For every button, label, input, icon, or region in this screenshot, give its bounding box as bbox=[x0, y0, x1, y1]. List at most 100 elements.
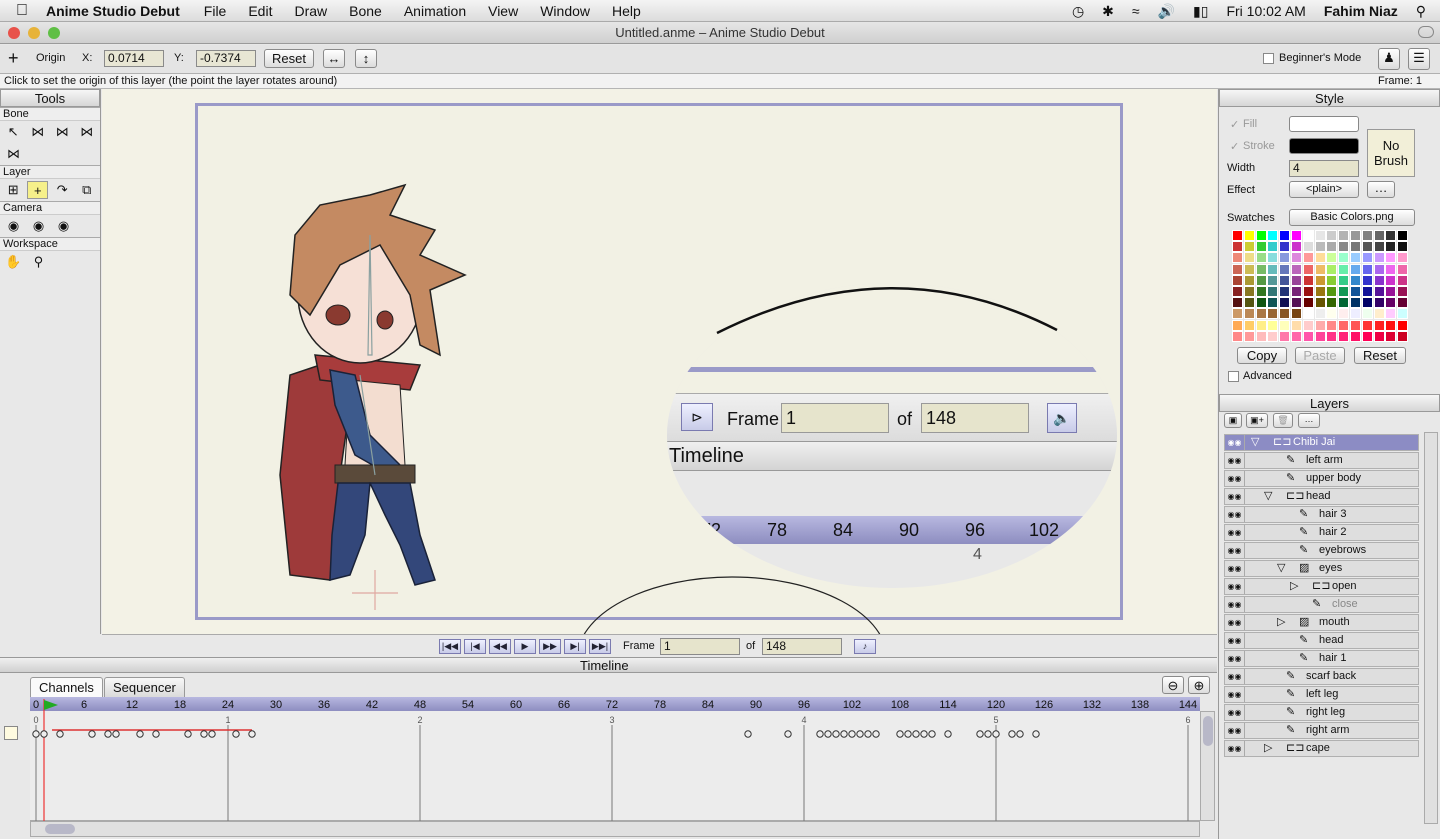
color-swatch[interactable] bbox=[1326, 263, 1338, 275]
effect-options-button[interactable]: … bbox=[1367, 181, 1395, 198]
visibility-eye-icon[interactable]: ◉◉ bbox=[1225, 525, 1245, 540]
color-swatch[interactable] bbox=[1326, 285, 1338, 297]
y-input[interactable]: -0.7374 bbox=[196, 50, 256, 67]
color-swatch[interactable] bbox=[1361, 285, 1373, 297]
color-swatch[interactable] bbox=[1302, 285, 1314, 297]
color-swatch[interactable] bbox=[1243, 274, 1255, 286]
layer-row[interactable]: ◉◉ ✎ upper body bbox=[1224, 470, 1419, 487]
copy-style-button[interactable]: Copy bbox=[1237, 347, 1287, 364]
battery-icon[interactable]: ▮▯ bbox=[1193, 3, 1208, 20]
color-swatch[interactable] bbox=[1232, 263, 1243, 275]
color-swatch[interactable] bbox=[1385, 241, 1397, 253]
layer-row[interactable]: ◉◉ ▷ ⊏⊐ cape bbox=[1224, 740, 1419, 757]
color-swatch[interactable] bbox=[1232, 230, 1243, 241]
color-swatch[interactable] bbox=[1373, 285, 1385, 297]
menu-draw[interactable]: Draw bbox=[294, 3, 327, 19]
beginners-mode-checkbox[interactable] bbox=[1263, 53, 1274, 64]
color-swatch[interactable] bbox=[1290, 330, 1302, 342]
color-swatch[interactable] bbox=[1279, 274, 1291, 286]
color-swatch[interactable] bbox=[1243, 230, 1255, 241]
color-swatch[interactable] bbox=[1267, 274, 1279, 286]
color-swatch[interactable] bbox=[1361, 319, 1373, 331]
fill-color-swatch[interactable] bbox=[1289, 116, 1359, 132]
zoom-icon[interactable]: ⚲ bbox=[28, 253, 49, 271]
layer-row[interactable]: ◉◉ ✎ close bbox=[1224, 596, 1419, 613]
close-window-icon[interactable] bbox=[8, 27, 20, 39]
color-swatch[interactable] bbox=[1338, 241, 1350, 253]
color-swatch[interactable] bbox=[1232, 297, 1243, 309]
visibility-eye-icon[interactable]: ◉◉ bbox=[1225, 579, 1245, 594]
layer-row[interactable]: ◉◉ ✎ eyebrows bbox=[1224, 542, 1419, 559]
visibility-eye-icon[interactable]: ◉◉ bbox=[1225, 435, 1245, 450]
color-swatch[interactable] bbox=[1373, 297, 1385, 309]
color-swatch[interactable] bbox=[1279, 319, 1291, 331]
color-swatch[interactable] bbox=[1290, 297, 1302, 309]
color-swatch[interactable] bbox=[1385, 285, 1397, 297]
color-swatch[interactable] bbox=[1267, 330, 1279, 342]
effect-dropdown[interactable]: <plain> bbox=[1289, 181, 1359, 198]
color-swatch[interactable] bbox=[1267, 297, 1279, 309]
wifi-icon[interactable]: ≈ bbox=[1132, 3, 1140, 19]
layer-row[interactable]: ◉◉ ✎ hair 2 bbox=[1224, 524, 1419, 541]
color-swatch[interactable] bbox=[1267, 230, 1279, 241]
color-swatch[interactable] bbox=[1349, 319, 1361, 331]
time-machine-icon[interactable]: ◷ bbox=[1072, 3, 1084, 20]
color-swatch[interactable] bbox=[1338, 330, 1350, 342]
color-swatch[interactable] bbox=[1349, 330, 1361, 342]
color-swatch[interactable] bbox=[1361, 274, 1373, 286]
menu-bone[interactable]: Bone bbox=[349, 3, 382, 19]
reset-origin-button[interactable]: Reset bbox=[264, 49, 314, 68]
color-swatch[interactable] bbox=[1232, 330, 1243, 342]
layer-row[interactable]: ◉◉ ▷ ⊏⊐ open bbox=[1224, 578, 1419, 595]
menu-app-name[interactable]: Anime Studio Debut bbox=[46, 3, 180, 19]
color-swatch[interactable] bbox=[1314, 285, 1326, 297]
reset-style-button[interactable]: Reset bbox=[1354, 347, 1406, 364]
color-swatch[interactable] bbox=[1361, 252, 1373, 264]
color-swatch[interactable] bbox=[1373, 241, 1385, 253]
x-input[interactable]: 0.0714 bbox=[104, 50, 164, 67]
clock[interactable]: Fri 10:02 AM bbox=[1226, 3, 1305, 19]
set-origin-icon[interactable]: + bbox=[27, 181, 49, 199]
user-name[interactable]: Fahim Niaz bbox=[1324, 3, 1398, 19]
color-swatch[interactable] bbox=[1397, 319, 1409, 331]
color-swatch[interactable] bbox=[1314, 252, 1326, 264]
apple-icon[interactable]:  bbox=[16, 2, 28, 20]
color-swatch[interactable] bbox=[1326, 230, 1338, 241]
reparent-bone-icon[interactable]: ⋈ bbox=[77, 123, 98, 141]
color-swatch[interactable] bbox=[1255, 274, 1267, 286]
collapse-triangle-icon[interactable]: ▽ bbox=[1264, 489, 1272, 504]
color-swatch[interactable] bbox=[1349, 263, 1361, 275]
color-swatch[interactable] bbox=[1397, 330, 1409, 342]
flip-vertical-icon[interactable]: ↕ bbox=[355, 49, 377, 68]
color-swatch[interactable] bbox=[1302, 308, 1314, 320]
color-swatch[interactable] bbox=[1290, 241, 1302, 253]
color-swatch[interactable] bbox=[1302, 274, 1314, 286]
character-wizard-icon[interactable]: ♟ bbox=[1378, 48, 1400, 70]
color-swatch[interactable] bbox=[1255, 308, 1267, 320]
menu-window[interactable]: Window bbox=[540, 3, 590, 19]
color-swatch[interactable] bbox=[1243, 330, 1255, 342]
color-swatch[interactable] bbox=[1385, 308, 1397, 320]
layer-row[interactable]: ◉◉ ▽ ⊏⊐ Chibi Jai bbox=[1224, 434, 1419, 451]
color-swatch[interactable] bbox=[1314, 274, 1326, 286]
color-swatch[interactable] bbox=[1302, 241, 1314, 253]
color-swatch[interactable] bbox=[1385, 330, 1397, 342]
color-swatch[interactable] bbox=[1267, 252, 1279, 264]
color-swatch[interactable] bbox=[1385, 263, 1397, 275]
color-swatch[interactable] bbox=[1314, 230, 1326, 241]
color-swatch[interactable] bbox=[1302, 330, 1314, 342]
scale-layer-icon[interactable]: ⧉ bbox=[77, 181, 97, 199]
color-swatch[interactable] bbox=[1338, 319, 1350, 331]
color-swatch[interactable] bbox=[1267, 319, 1279, 331]
color-swatch[interactable] bbox=[1338, 297, 1350, 309]
color-swatch[interactable] bbox=[1255, 263, 1267, 275]
layer-row[interactable]: ◉◉ ✎ left leg bbox=[1224, 686, 1419, 703]
color-swatch[interactable] bbox=[1279, 230, 1291, 241]
color-swatch[interactable] bbox=[1397, 241, 1409, 253]
color-swatch[interactable] bbox=[1361, 241, 1373, 253]
menu-view[interactable]: View bbox=[488, 3, 518, 19]
character-illustration[interactable] bbox=[260, 175, 490, 610]
color-swatch[interactable] bbox=[1255, 297, 1267, 309]
color-swatch[interactable] bbox=[1373, 252, 1385, 264]
color-swatch[interactable] bbox=[1326, 252, 1338, 264]
